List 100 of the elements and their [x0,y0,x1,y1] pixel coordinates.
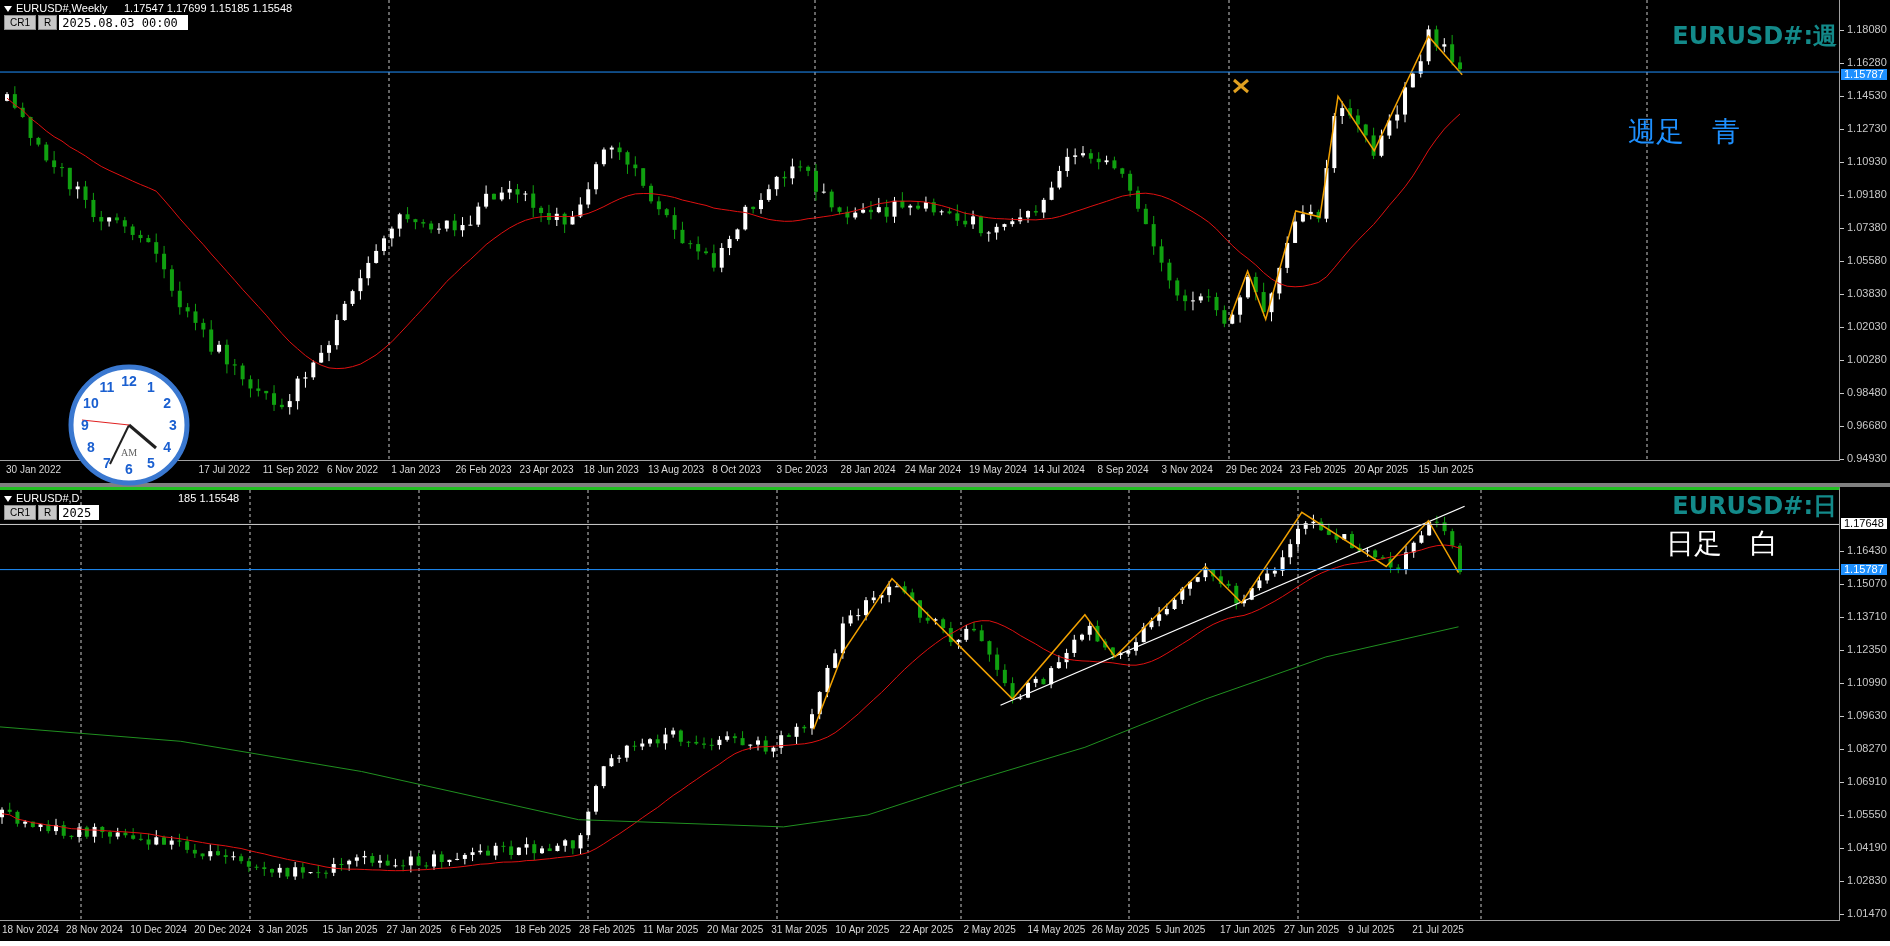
chart-note: 週足 青 [1628,118,1740,146]
date-label: 23 Apr 2023 [519,465,574,475]
chart-button[interactable]: CR1 [4,15,36,30]
price-label: 1.02030 [1847,321,1887,332]
date-label: 28 Jan 2024 [840,465,896,475]
date-label: 18 Feb 2025 [514,925,571,935]
date-label: 24 Mar 2024 [904,465,961,475]
chart-note: 日足 白 [1666,530,1778,558]
clock-numeral: 10 [83,395,99,411]
date-label: 18 Nov 2024 [2,925,59,935]
date-label: 20 Dec 2024 [194,925,251,935]
price-label: 1.00280 [1847,354,1887,365]
date-label: 27 Jan 2025 [386,925,442,935]
chart-button[interactable]: R [38,505,58,520]
clock-numeral: 8 [87,439,95,455]
price-label: 1.16430 [1847,545,1887,556]
price-label: 1.10930 [1847,156,1887,167]
date-label: 28 Feb 2025 [578,925,636,935]
date-label: 10 Dec 2024 [130,925,187,935]
date-field[interactable]: 2025.08.03 00:00 [59,15,188,30]
chart-button[interactable]: CR1 [4,505,36,520]
date-label: 18 Jun 2023 [583,465,639,475]
clock-numeral: 9 [81,417,89,433]
price-label: 1.05580 [1847,255,1887,266]
date-label: 13 Aug 2023 [648,465,705,475]
price-label: 1.16280 [1847,57,1887,68]
date-label: 17 Jun 2025 [1219,925,1275,935]
date-label: 8 Oct 2023 [712,465,762,475]
date-label: 31 Mar 2025 [771,925,828,935]
date-label: 17 Jul 2022 [198,465,251,475]
price-label: 1.18080 [1847,24,1887,35]
date-label: 22 Apr 2025 [899,925,954,935]
date-label: 8 Sep 2024 [1097,465,1149,475]
date-label: 15 Jun 2025 [1418,465,1474,475]
date-label: 14 May 2025 [1027,925,1086,935]
price-label: 1.10990 [1847,677,1887,688]
price-label: 1.05550 [1847,809,1887,820]
price-tag: 1.17648 [1841,518,1887,530]
chart-symbol: EURUSD#,D [16,493,80,504]
price-label: 1.12350 [1847,644,1887,655]
clock-numeral: 11 [99,378,115,395]
date-label: 3 Dec 2023 [776,465,828,475]
date-label: 23 Feb 2025 [1290,465,1347,475]
price-label: 1.14530 [1847,90,1887,101]
clock-numeral: 3 [169,417,177,433]
date-label: 9 Jul 2025 [1348,925,1395,935]
price-label: 1.13710 [1847,611,1887,622]
date-label: 19 May 2024 [969,465,1027,475]
clock-numeral: 5 [147,455,155,472]
ohlc-values: 1.17547 1.17699 1.15185 1.15548 [124,3,293,14]
price-tag: 1.15787 [1841,69,1887,81]
clock-numeral: 7 [103,455,111,472]
chart-button[interactable]: R [38,15,58,30]
date-label: 30 Jan 2022 [6,465,62,475]
price-label: 1.09180 [1847,189,1887,200]
date-label: 1 Jan 2023 [391,465,441,475]
clock-numeral: 6 [125,461,133,477]
date-label: 6 Nov 2022 [327,465,379,475]
price-label: 1.04190 [1847,842,1887,853]
price-label: 1.06910 [1847,776,1887,787]
price-label: 0.94930 [1847,453,1887,464]
date-label: 27 Jun 2025 [1284,925,1340,935]
clock-numeral: 2 [163,395,171,411]
price-label: 1.07380 [1847,222,1887,233]
date-label: 5 Jun 2025 [1155,925,1206,935]
price-label: 1.12730 [1847,123,1887,134]
date-label: 26 Feb 2023 [455,465,512,475]
date-label: 15 Jan 2025 [322,925,378,935]
date-field[interactable]: 2025 [59,505,99,520]
clock-period: AM [120,447,138,458]
chart-symbol: EURUSD#,Weekly [16,3,108,14]
date-label: 28 Nov 2024 [66,925,123,935]
date-label: 11 Sep 2022 [262,465,319,475]
date-label: 20 Mar 2025 [707,925,764,935]
date-label: 3 Jan 2025 [258,925,308,935]
date-label: 3 Nov 2024 [1161,465,1213,475]
date-label: 14 Jul 2024 [1033,465,1085,475]
price-label: 1.01470 [1847,908,1887,919]
clock-numeral: 4 [163,439,171,455]
price-tag: 1.15787 [1841,563,1887,575]
clock-numeral: 12 [121,373,137,389]
date-label: 6 Feb 2025 [450,925,502,935]
price-label: 1.09630 [1847,710,1887,721]
price-label: 0.98480 [1847,387,1887,398]
price-label: 1.08270 [1847,743,1887,754]
date-label: 26 May 2025 [1091,925,1150,935]
date-label: 10 Apr 2025 [835,925,890,935]
date-label: 20 Apr 2025 [1354,465,1409,475]
date-label: 11 Mar 2025 [643,925,699,935]
clock-numeral: 1 [147,378,155,395]
price-label: 1.15070 [1847,578,1887,589]
chart-title: EURUSD#:日 [1672,494,1837,518]
ohlc-values: 185 1.15548 [178,493,240,504]
price-label: 0.96680 [1847,420,1887,431]
date-label: 29 Dec 2024 [1225,465,1283,475]
chart-title: EURUSD#:週 [1672,24,1837,48]
date-label: 21 Jul 2025 [1412,925,1464,935]
price-label: 1.02830 [1847,875,1887,886]
date-label: 2 May 2025 [963,925,1016,935]
price-label: 1.03830 [1847,288,1887,299]
